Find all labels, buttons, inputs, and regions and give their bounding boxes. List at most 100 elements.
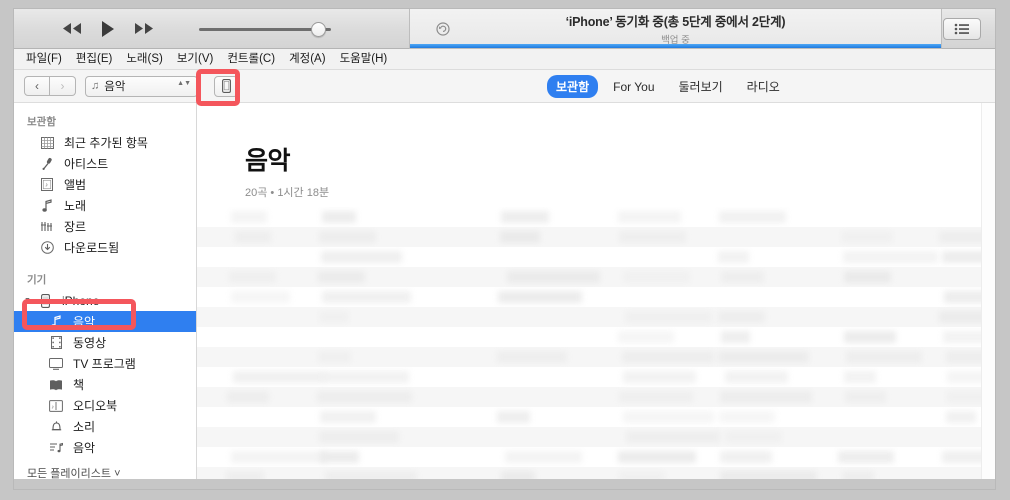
transport-controls (61, 18, 155, 40)
menu-controls[interactable]: 컨트롤(C) (220, 49, 282, 70)
table-row[interactable] (197, 287, 981, 307)
note-icon: ♫ (91, 80, 100, 92)
table-row[interactable] (197, 267, 981, 287)
table-cell-redacted (844, 371, 876, 383)
sidebar-item-label: 앨범 (64, 178, 87, 192)
menu-view[interactable]: 보기(V) (170, 49, 221, 70)
sidebar-device-tones[interactable]: 소리 (14, 416, 196, 437)
table-cell-redacted (720, 391, 812, 403)
tab-library[interactable]: 보관함 (547, 75, 599, 98)
navigation-bar: ‹ › ♫ 음악 ▲▼ 보관함 For You 둘러보기 라디오 (14, 70, 995, 103)
sidebar-item-artists[interactable]: 아티스트 (14, 153, 196, 174)
table-row[interactable] (197, 407, 981, 427)
table-cell-redacted (317, 351, 351, 363)
table-row[interactable] (197, 207, 981, 227)
menu-edit[interactable]: 편집(E) (69, 49, 120, 70)
table-row[interactable] (197, 447, 981, 467)
table-cell-redacted (317, 391, 413, 403)
table-cell-redacted (724, 371, 788, 383)
book-icon (47, 379, 65, 391)
sidebar-item-label: 노래 (64, 199, 87, 213)
stop-sync-icon[interactable] (436, 22, 450, 36)
library-dropdown-value: 음악 (104, 81, 126, 93)
sidebar-item-label: 최근 추가된 항목 (64, 136, 148, 150)
page-subtitle: 20곡 • 1시간 18분 (245, 187, 330, 199)
sidebar-item-albums[interactable]: ♪ 앨범 (14, 174, 196, 195)
film-icon (47, 336, 65, 349)
volume-knob[interactable] (311, 21, 327, 37)
sidebar-item-label: TV 프로그램 (73, 357, 136, 371)
sidebar-item-label: 동영상 (73, 336, 107, 350)
sidebar-item-genres[interactable]: 장르 (14, 216, 196, 237)
table-cell-redacted (501, 211, 549, 223)
tab-browse[interactable]: 둘러보기 (670, 75, 732, 98)
table-cell-redacted (506, 271, 600, 283)
sidebar-device-music[interactable]: 음악 (14, 311, 196, 332)
table-row[interactable] (197, 427, 981, 447)
table-cell-redacted (619, 231, 686, 243)
library-dropdown[interactable]: ♫ 음악 ▲▼ (85, 75, 198, 97)
tv-icon (47, 357, 65, 370)
sidebar-item-recently-added[interactable]: 최근 추가된 항목 (14, 132, 196, 153)
sidebar-item-downloaded[interactable]: 다운로드됨 (14, 237, 196, 258)
play-button[interactable] (97, 18, 119, 40)
rewind-button[interactable] (61, 18, 83, 40)
album-icon: ♪ (38, 178, 56, 191)
table-cell-redacted (499, 231, 540, 243)
menu-file[interactable]: 파일(F) (19, 49, 69, 70)
sidebar-device-audiobooks[interactable]: ♪ 오디오북 (14, 395, 196, 416)
table-cell-redacted (625, 311, 713, 323)
sidebar-device-iphone[interactable]: ▼ iPhone (14, 290, 196, 311)
note-icon (47, 315, 65, 328)
main-body: 보관함 최근 추가된 항목 아티스트 ♪ 앨범 노래 장르 다운로드됨 기기 ▼… (14, 103, 995, 489)
menu-help[interactable]: 도움말(H) (333, 49, 395, 70)
table-row[interactable] (197, 367, 981, 387)
sidebar-item-label: 오디오북 (73, 399, 118, 413)
sidebar-device-label: iPhone (62, 293, 100, 308)
sidebar-item-label: 아티스트 (64, 157, 109, 171)
table-row[interactable] (197, 327, 981, 347)
menu-song[interactable]: 노래(S) (119, 49, 170, 70)
sidebar-device-playlist-music[interactable]: 음악 (14, 437, 196, 458)
table-row[interactable] (197, 307, 981, 327)
table-cell-redacted (720, 451, 772, 463)
svg-text:♪: ♪ (51, 404, 54, 410)
table-row[interactable] (197, 387, 981, 407)
sidebar-device-videos[interactable]: 동영상 (14, 332, 196, 353)
table-cell-redacted (840, 231, 894, 243)
tab-for-you[interactable]: For You (604, 77, 663, 97)
vertical-scrollbar[interactable] (981, 103, 995, 489)
sync-progress-bar (410, 44, 941, 48)
sidebar-device-tv-shows[interactable]: TV 프로그램 (14, 353, 196, 374)
song-list-blurred[interactable] (197, 207, 981, 489)
fast-forward-button[interactable] (133, 18, 155, 40)
sidebar-device-books[interactable]: 책 (14, 374, 196, 395)
table-cell-redacted (844, 271, 892, 283)
menu-account[interactable]: 계정(A) (282, 49, 333, 70)
sidebar-item-label: 다운로드됨 (64, 241, 120, 255)
back-button[interactable]: ‹ (24, 76, 50, 96)
tab-radio[interactable]: 라디오 (738, 75, 789, 98)
device-button[interactable] (214, 75, 238, 97)
svg-text:♪: ♪ (45, 183, 48, 189)
sidebar-item-label: 음악 (73, 441, 96, 455)
audiobook-icon: ♪ (47, 399, 65, 412)
content-header: 음악 20곡 • 1시간 18분 (197, 103, 995, 200)
up-next-button[interactable] (943, 18, 981, 40)
chevron-down-icon[interactable]: ▼ (24, 297, 34, 304)
table-cell-redacted (838, 451, 894, 463)
table-row[interactable] (197, 347, 981, 367)
table-row[interactable] (197, 247, 981, 267)
table-cell-redacted (622, 371, 697, 383)
status-display[interactable]: ‘iPhone’ 동기화 중(총 5단계 중에서 2단계) 백업 중 (409, 9, 942, 49)
sidebar-item-label: 장르 (64, 220, 87, 234)
forward-button[interactable]: › (50, 76, 76, 96)
table-row[interactable] (197, 227, 981, 247)
table-cell-redacted (939, 231, 981, 243)
table-cell-redacted (321, 251, 403, 263)
table-cell-redacted (230, 211, 267, 223)
volume-slider[interactable] (199, 18, 337, 40)
bell-icon (47, 420, 65, 433)
table-cell-redacted (720, 271, 764, 283)
sidebar-item-songs[interactable]: 노래 (14, 195, 196, 216)
